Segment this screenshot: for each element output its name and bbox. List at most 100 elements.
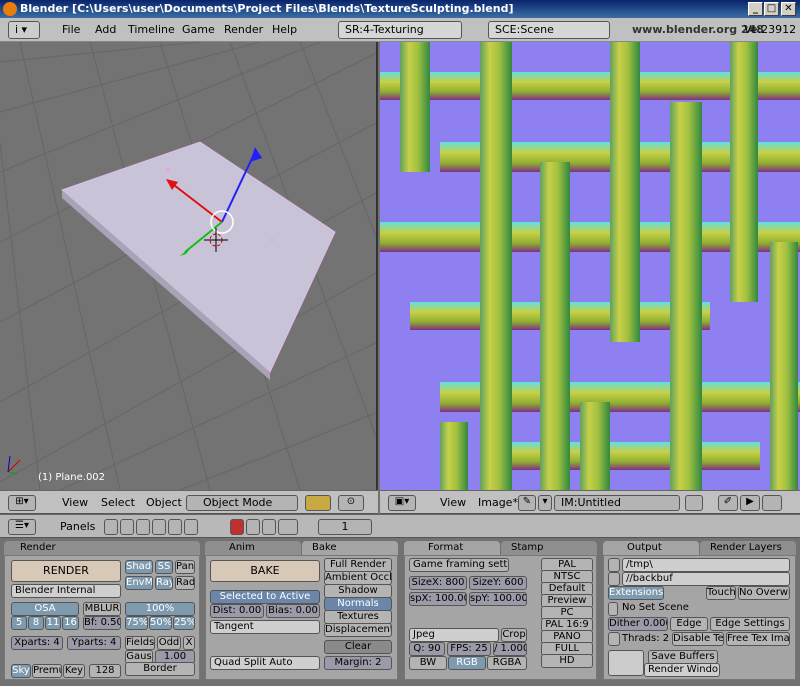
envmap-toggle[interactable]: EnvM (125, 576, 153, 590)
osa-11[interactable]: 11 (45, 616, 61, 630)
menu-file[interactable]: File (62, 23, 80, 36)
mblur-factor-field[interactable]: Bf: 0.50 (83, 616, 121, 630)
osa-16[interactable]: 16 (62, 616, 79, 630)
editor-type-grid-icon[interactable]: ⊞▾ (8, 495, 36, 511)
free-tex-images-toggle[interactable]: Free Tex Imag (726, 632, 790, 646)
panels-menu[interactable]: Panels (60, 520, 95, 533)
image-menu[interactable]: Image* (478, 496, 518, 509)
object-icon[interactable] (152, 519, 166, 535)
ss-toggle[interactable]: SS (155, 560, 173, 574)
x-toggle[interactable]: X (183, 636, 195, 650)
selected-to-active-toggle[interactable]: Selected to Active (210, 590, 320, 604)
menu-timeline[interactable]: Timeline (128, 23, 175, 36)
odd-toggle[interactable]: Odd (157, 636, 181, 650)
bake-shadow[interactable]: Shadow (324, 584, 392, 598)
touch-toggle[interactable]: Touch (706, 586, 736, 600)
folder-icon-2[interactable] (608, 572, 620, 586)
no-overwrite-toggle[interactable]: No Overwrit (738, 586, 790, 600)
scene-selector[interactable]: SCE:Scene (488, 21, 610, 39)
tab-anim[interactable]: Anim (205, 541, 301, 555)
preset-hd[interactable]: HD (541, 654, 593, 668)
rgba-toggle[interactable]: RGBA (487, 656, 527, 670)
aspx-field[interactable]: spX: 100.00 (409, 592, 467, 606)
sizex-field[interactable]: SizeX: 800 (409, 576, 467, 590)
crop-toggle[interactable]: Crop (501, 628, 527, 642)
quality-field[interactable]: Q: 90 (409, 642, 445, 656)
menu-help[interactable]: Help (272, 23, 297, 36)
view-menu[interactable]: View (62, 496, 88, 509)
browse-image-icon[interactable]: ▾ (538, 495, 552, 511)
threads-field[interactable]: Thrads: 2 (622, 633, 669, 644)
editor-type-image-icon[interactable]: ▣▾ (388, 495, 416, 511)
osa-8[interactable]: 8 (28, 616, 44, 630)
ray-toggle[interactable]: Ray (155, 576, 173, 590)
select-menu[interactable]: Select (101, 496, 135, 509)
render-panel-header[interactable]: Render (4, 541, 200, 555)
close-button[interactable]: ✕ (781, 2, 796, 16)
osa-toggle[interactable]: OSA (11, 602, 79, 616)
render-icon[interactable] (230, 519, 244, 535)
world-icon[interactable] (278, 519, 298, 535)
edge-toggle[interactable]: Edge (670, 617, 708, 631)
tab-render-layers[interactable]: Render Layers (700, 541, 796, 555)
play-icon[interactable]: ▶ (740, 495, 760, 511)
save-buffers-toggle[interactable]: Save Buffers (648, 650, 718, 664)
image-view-menu[interactable]: View (440, 496, 466, 509)
normal-space-select[interactable]: Tangent (210, 620, 320, 634)
dither-field[interactable]: Dither 0.000 (608, 617, 668, 631)
rgb-toggle[interactable]: RGB (448, 656, 486, 670)
menu-render[interactable]: Render (224, 23, 263, 36)
anim-icon[interactable] (246, 519, 260, 535)
menu-add[interactable]: Add (95, 23, 116, 36)
draw-type-icon[interactable] (305, 495, 331, 511)
info-editor-type-icon[interactable]: ⅰ ▾ (8, 21, 40, 39)
tab-stamp[interactable]: Stamp (501, 541, 597, 555)
bake-clear-toggle[interactable]: Clear (324, 640, 392, 654)
key-toggle[interactable]: Key (63, 664, 85, 678)
fps-field[interactable]: FPS: 25 (447, 642, 491, 656)
script-icon[interactable] (120, 519, 134, 535)
edge-settings-button[interactable]: Edge Settings (710, 617, 790, 631)
frame-field[interactable]: 1 (318, 519, 372, 535)
disable-tex-toggle[interactable]: Disable Te (672, 632, 724, 646)
paint-icon[interactable]: ✐ (718, 495, 738, 511)
bias-field[interactable]: Bias: 0.00 (266, 604, 320, 618)
bake-textures[interactable]: Textures (324, 610, 392, 624)
bake-displacement[interactable]: Displacement (324, 623, 392, 637)
size-50[interactable]: 50% (149, 616, 172, 630)
sky-toggle[interactable]: Sky (11, 664, 31, 678)
osa-5[interactable]: 5 (11, 616, 27, 630)
shading-icon[interactable] (136, 519, 150, 535)
folder-icon[interactable] (608, 558, 620, 572)
bw-toggle[interactable]: BW (409, 656, 447, 670)
object-menu[interactable]: Object (146, 496, 182, 509)
bake-button[interactable]: BAKE (210, 560, 320, 582)
sound-icon[interactable] (262, 519, 276, 535)
bake-normals[interactable]: Normals (324, 597, 392, 611)
screen-selector[interactable]: SR:4-Texturing (338, 21, 462, 39)
render-button[interactable]: RENDER (11, 560, 121, 582)
bake-full-render[interactable]: Full Render (324, 558, 392, 572)
quad-split-select[interactable]: Quad Split Auto (210, 656, 320, 670)
size-percent-toggle[interactable]: 100% (125, 602, 195, 616)
pan-toggle[interactable]: Pan (175, 560, 195, 574)
border-toggle[interactable]: Border (125, 662, 195, 676)
size-75[interactable]: 75% (125, 616, 148, 630)
fps-base-field[interactable]: / 1.000 (493, 642, 527, 656)
render-engine-select[interactable]: Blender Internal (11, 584, 121, 598)
maximize-button[interactable]: □ (764, 2, 779, 16)
xparts-field[interactable]: Xparts: 4 (11, 636, 63, 650)
scene-icon[interactable] (184, 519, 198, 535)
size-25[interactable]: 25% (173, 616, 195, 630)
brush-icon[interactable]: ✎ (518, 495, 536, 511)
mblur-toggle[interactable]: MBLUR (83, 602, 121, 616)
threads-icon[interactable] (608, 632, 620, 646)
game-framing-button[interactable]: Game framing settings (409, 558, 509, 572)
logic-icon[interactable] (104, 519, 118, 535)
output-path-field[interactable]: /tmp\ (622, 558, 790, 572)
set-scene-icon[interactable] (608, 602, 618, 616)
backbuf-path-field[interactable]: //backbuf (622, 572, 790, 586)
plane-mesh[interactable] (61, 141, 336, 373)
tab-format[interactable]: Format (404, 541, 500, 555)
yparts-field[interactable]: Yparts: 4 (67, 636, 121, 650)
